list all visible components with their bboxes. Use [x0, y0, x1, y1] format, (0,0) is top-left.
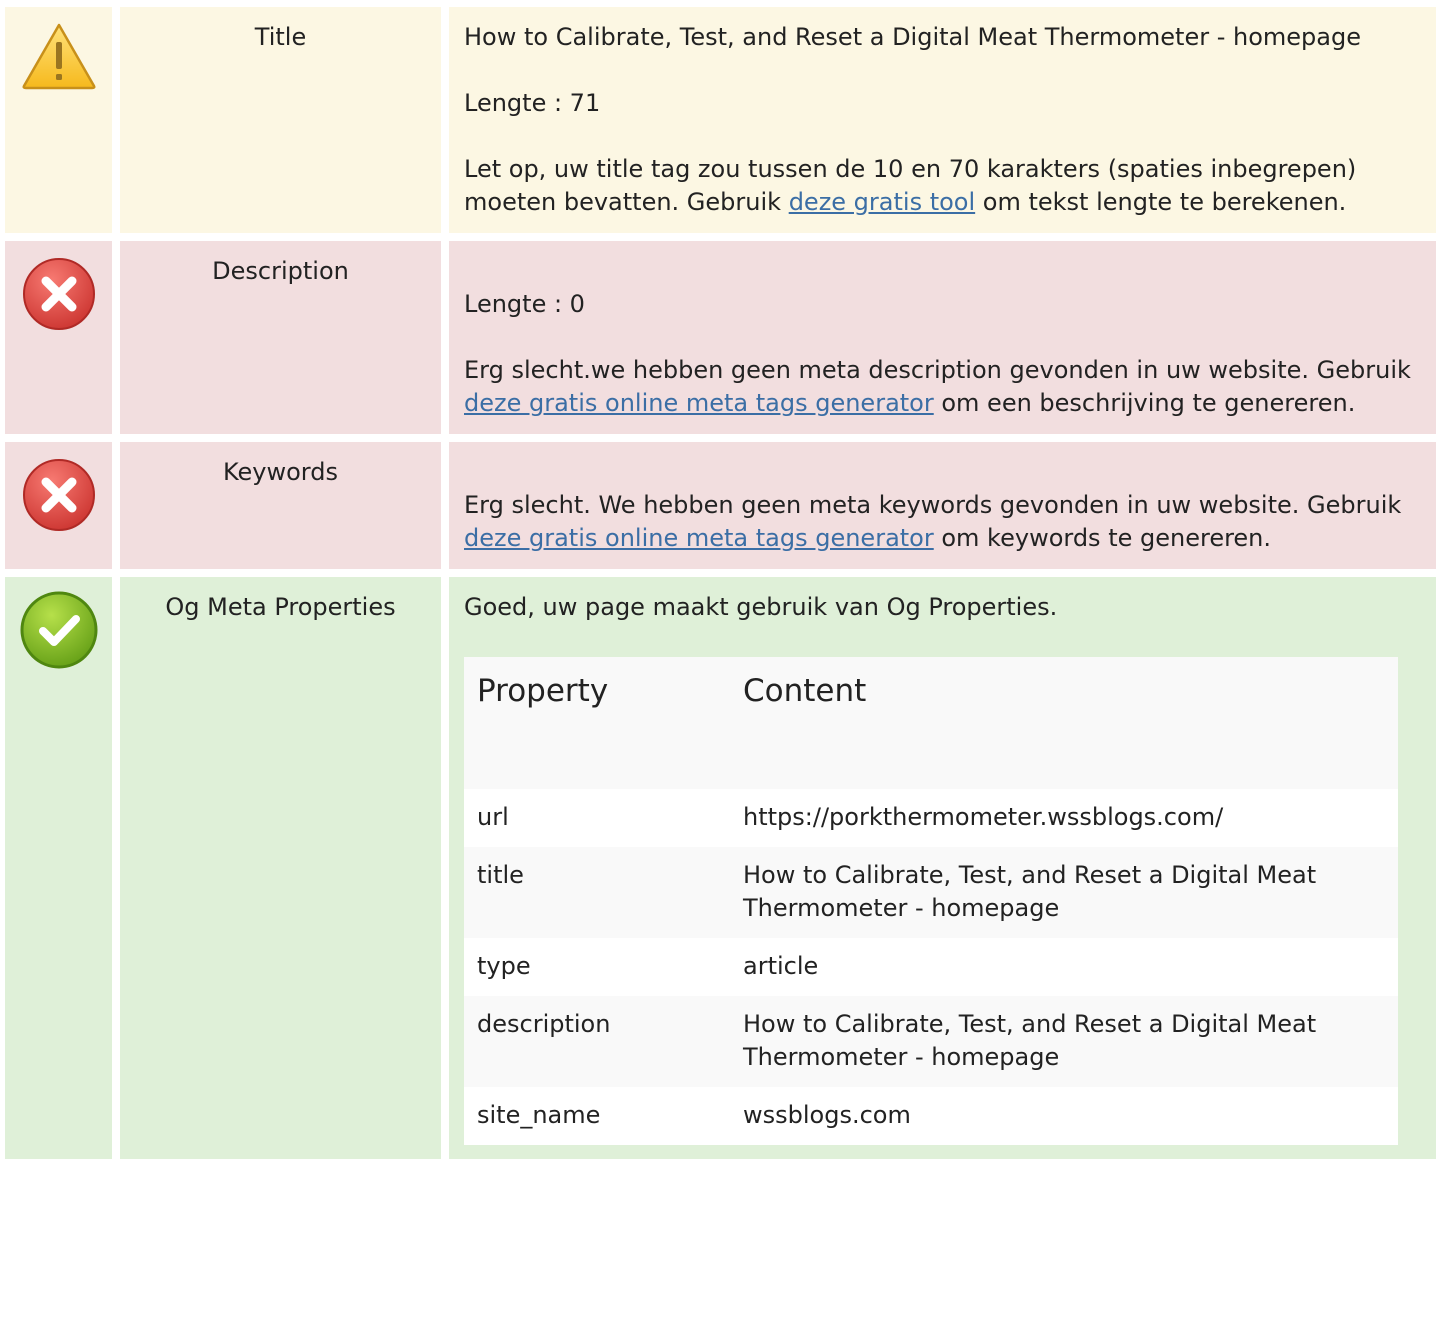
og-property: site_name: [464, 1087, 730, 1145]
og-property: title: [464, 847, 730, 938]
advice-text: Erg slecht. We hebben geen meta keywords…: [464, 491, 1402, 519]
row-label: Keywords: [120, 442, 441, 569]
row-label: Title: [120, 7, 441, 233]
advice-text: om tekst lengte te berekenen.: [975, 188, 1347, 216]
og-properties-table: Property Content url https://porkthermom…: [464, 657, 1398, 1145]
row-description: Description Lengte : 0 Erg slecht.we heb…: [5, 241, 1436, 434]
og-content: How to Calibrate, Test, and Reset a Digi…: [730, 996, 1398, 1087]
table-row: title How to Calibrate, Test, and Reset …: [464, 847, 1398, 938]
row-label: Og Meta Properties: [120, 577, 441, 1159]
status-cell: [5, 577, 112, 1159]
row-details: Goed, uw page maakt gebruik van Og Prope…: [449, 577, 1436, 1159]
row-og-meta: Og Meta Properties Goed, uw page maakt g…: [5, 577, 1436, 1159]
advice-text: om een beschrijving te genereren.: [933, 389, 1356, 417]
column-header-property: Property: [464, 657, 730, 789]
og-content: article: [730, 938, 1398, 996]
seo-report-table: Title How to Calibrate, Test, and Reset …: [0, 0, 1442, 1167]
description-advice: Erg slecht.we hebben geen meta descripti…: [464, 354, 1421, 420]
title-value: How to Calibrate, Test, and Reset a Digi…: [464, 23, 1361, 51]
status-cell: [5, 241, 112, 434]
error-icon: [23, 459, 95, 531]
table-row: type article: [464, 938, 1398, 996]
meta-tags-generator-link[interactable]: deze gratis online meta tags generator: [464, 389, 934, 417]
table-row: site_name wssblogs.com: [464, 1087, 1398, 1145]
title-length: Lengte : 71: [464, 89, 601, 117]
advice-text: om keywords te genereren.: [933, 524, 1272, 552]
title-advice: Let op, uw title tag zou tussen de 10 en…: [464, 153, 1421, 219]
table-row: url https://porkthermometer.wssblogs.com…: [464, 789, 1398, 847]
meta-tags-generator-link[interactable]: deze gratis online meta tags generator: [464, 524, 934, 552]
status-cell: [5, 442, 112, 569]
row-details: Erg slecht. We hebben geen meta keywords…: [449, 442, 1436, 569]
row-keywords: Keywords Erg slecht. We hebben geen meta…: [5, 442, 1436, 569]
og-property: type: [464, 938, 730, 996]
success-icon: [20, 591, 98, 669]
row-label: Description: [120, 241, 441, 434]
og-content: wssblogs.com: [730, 1087, 1398, 1145]
og-property: url: [464, 789, 730, 847]
advice-text: Erg slecht.we hebben geen meta descripti…: [464, 356, 1411, 384]
status-cell: [5, 7, 112, 233]
column-header-content: Content: [730, 657, 1398, 789]
og-property: description: [464, 996, 730, 1087]
row-details: Lengte : 0 Erg slecht.we hebben geen met…: [449, 241, 1436, 434]
og-content: How to Calibrate, Test, and Reset a Digi…: [730, 847, 1398, 938]
og-content: https://porkthermometer.wssblogs.com/: [730, 789, 1398, 847]
table-row: description How to Calibrate, Test, and …: [464, 996, 1398, 1087]
warning-icon: [22, 23, 96, 90]
row-details: How to Calibrate, Test, and Reset a Digi…: [449, 7, 1436, 233]
keywords-advice: Erg slecht. We hebben geen meta keywords…: [464, 489, 1421, 555]
free-tool-link[interactable]: deze gratis tool: [789, 188, 975, 216]
description-length: Lengte : 0: [464, 290, 585, 318]
error-icon: [23, 258, 95, 330]
og-table-header: Property Content: [464, 657, 1398, 789]
row-title: Title How to Calibrate, Test, and Reset …: [5, 7, 1436, 233]
og-summary: Goed, uw page maakt gebruik van Og Prope…: [464, 593, 1058, 621]
